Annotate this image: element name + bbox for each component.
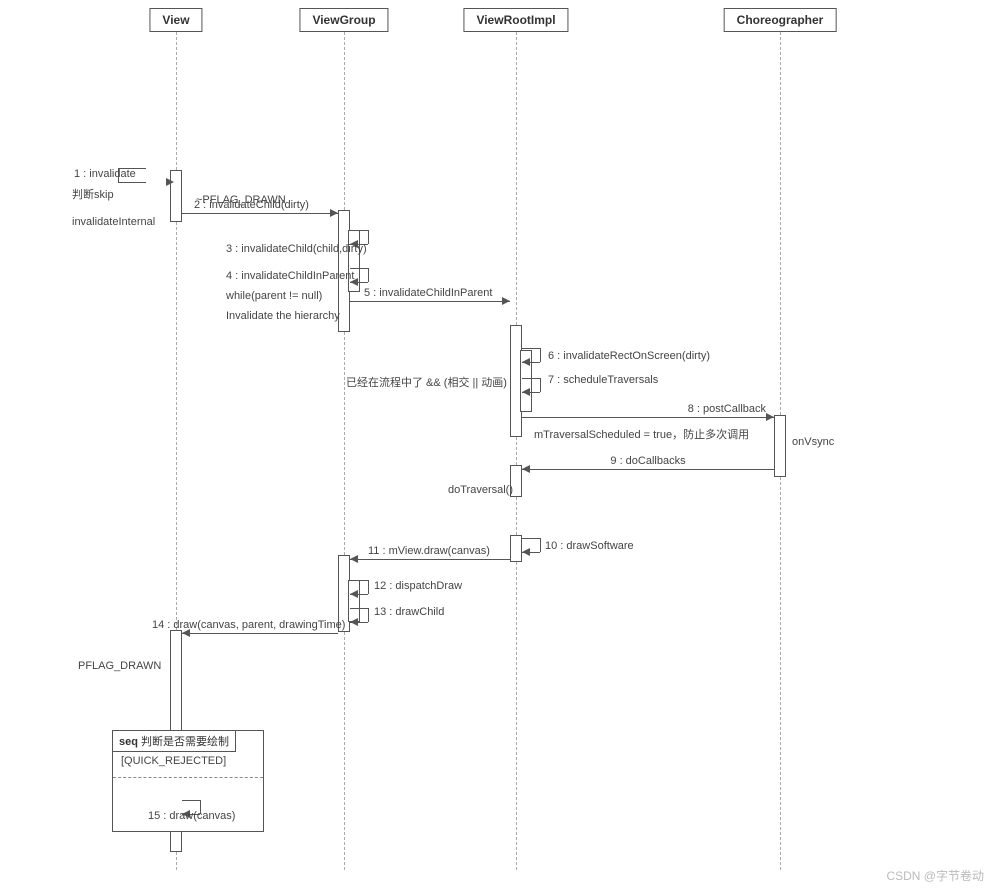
activation-viewgroup-2b	[348, 580, 360, 622]
participant-viewgroup: ViewGroup	[299, 8, 388, 32]
note-skip: 判断skip	[72, 186, 114, 202]
msg-14-draw: 14 : draw(canvas, parent, drawingTime)	[182, 632, 338, 633]
label-msg-4: 4 : invalidateChildInParent	[226, 270, 354, 282]
note-invalidate-internal: invalidateInternal	[72, 216, 155, 228]
lifeline-viewrootimpl	[516, 32, 517, 870]
note-onvsync: onVsync	[792, 436, 834, 448]
lifeline-viewgroup	[344, 32, 345, 870]
activation-viewroot-3	[510, 535, 522, 562]
msg-8-postcallback: 8 : postCallback	[522, 416, 774, 417]
watermark: CSDN @字节卷动	[886, 867, 984, 884]
note-while-loop: while(parent != null)	[226, 290, 322, 302]
participant-choreographer: Choreographer	[724, 8, 837, 32]
fragment-guard: [QUICK_REJECTED]	[121, 755, 226, 767]
msg-9-docallbacks: 9 : doCallbacks	[522, 468, 774, 469]
participant-view: View	[149, 8, 202, 32]
participant-viewrootimpl: ViewRootImpl	[463, 8, 568, 32]
note-mtraversal-scheduled: mTraversalScheduled = true，防止多次调用	[534, 426, 749, 442]
label-msg-7: 7 : scheduleTraversals	[548, 374, 658, 386]
label-msg-3: 3 : invalidateChild(child,dirty)	[226, 243, 367, 255]
note-dotraversal: doTraversal()	[448, 484, 513, 496]
msg-5-invalidatechildinparent: 5 : invalidateChildInParent	[350, 300, 510, 301]
label-msg-15: 15 : draw(canvas)	[148, 810, 235, 822]
label-msg-10: 10 : drawSoftware	[545, 540, 634, 552]
note-pflag-drawn: PFLAG_DRAWN	[78, 660, 161, 672]
label-msg-1: 1 : invalidate	[74, 168, 136, 180]
label-msg-13: 13 : drawChild	[374, 606, 444, 618]
msg-11-mview-draw: 11 : mView.draw(canvas)	[350, 558, 510, 559]
label-msg-6: 6 : invalidateRectOnScreen(dirty)	[548, 350, 710, 362]
note-in-flow: 已经在流程中了 && (相交 || 动画)	[346, 374, 507, 390]
label-msg-12: 12 : dispatchDraw	[374, 580, 462, 592]
activation-choreo-1	[774, 415, 786, 477]
msg-2-invalidatechild: 2 : invalidateChild(dirty)	[182, 212, 338, 213]
note-invalidate-hierarchy: Invalidate the hierarchy	[226, 310, 340, 322]
